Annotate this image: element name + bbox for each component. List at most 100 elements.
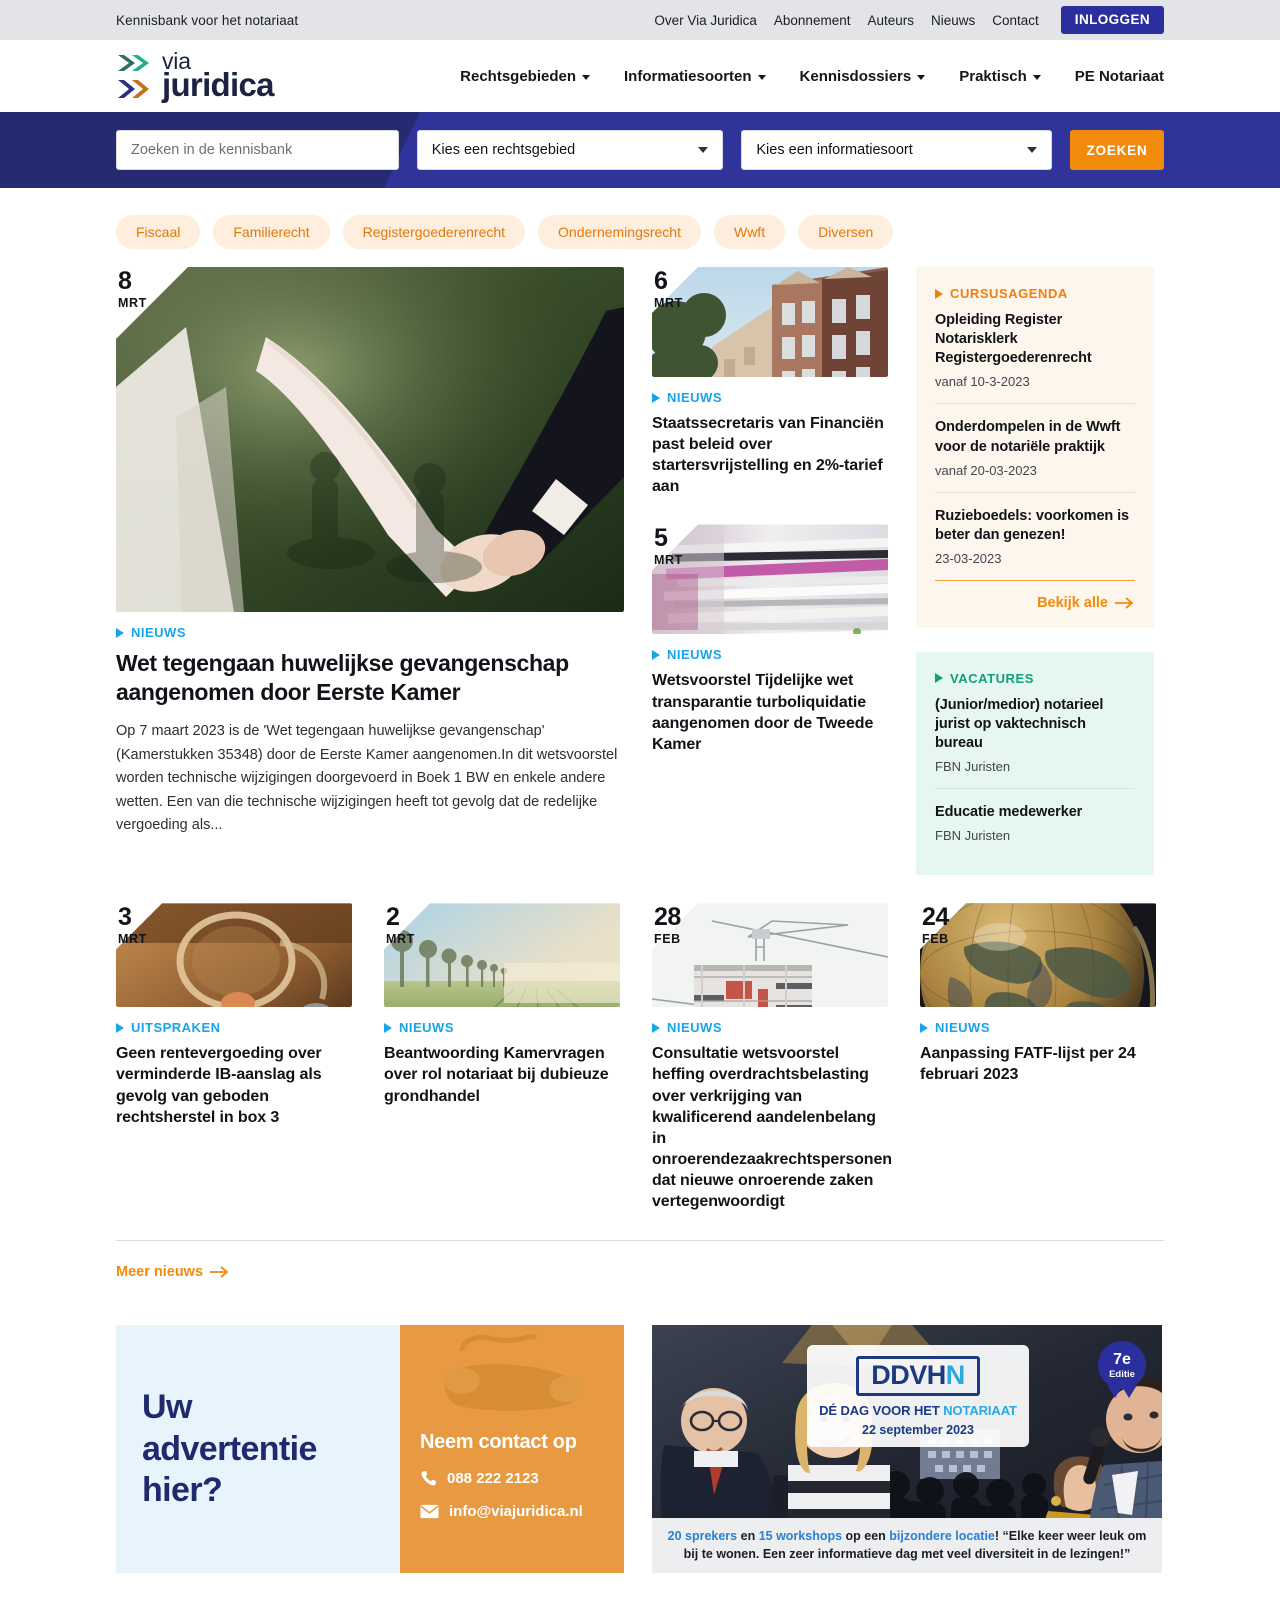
bottom-article-1-media[interactable]: 3 MRT: [116, 903, 352, 1007]
nav-item-kennisdossiers[interactable]: Kennisdossiers: [800, 68, 926, 85]
phone-icon: [421, 1470, 436, 1486]
hero-title[interactable]: Wet tegengaan huwelijkse gevangenschap a…: [116, 649, 624, 707]
topic-tag-diversen[interactable]: Diversen: [798, 215, 894, 249]
ddvhn-subtitle-main: DÉ DAG VOOR HET: [819, 1402, 944, 1418]
vacatures-heading: VACATURES: [935, 671, 1135, 686]
informatiesoort-select[interactable]: Kies een informatiesoort: [741, 130, 1052, 170]
cursusagenda-heading: CURSUSAGENDA: [935, 286, 1135, 301]
utility-link-over-via-juridica[interactable]: Over Via Juridica: [654, 13, 757, 28]
play-triangle-icon: [116, 1022, 124, 1033]
house-ad-headline: Uw advertentie hier?: [142, 1388, 317, 1509]
cursusagenda-view-all-link[interactable]: Bekijk alle: [1037, 595, 1135, 611]
bottom-article-2-title[interactable]: Beantwoording Kamervragen over rol notar…: [384, 1043, 620, 1106]
bottom-article-1-title[interactable]: Geen rentevergoeding over verminderde IB…: [116, 1043, 352, 1127]
mid-article-2-category: NIEUWS: [652, 647, 888, 662]
utility-link-contact[interactable]: Contact: [992, 13, 1039, 28]
house-ad-email-row[interactable]: info@viajuridica.nl: [420, 1503, 604, 1520]
hero-category: NIEUWS: [116, 625, 624, 640]
mid-article-1-title[interactable]: Staatssecretaris van Financiën past bele…: [652, 413, 888, 497]
bottom-article-3-title[interactable]: Consultatie wetsvoorstel heffing overdra…: [652, 1043, 892, 1212]
bottom-article-3-date-day: 28: [654, 903, 681, 932]
cursusagenda-item[interactable]: Onderdompelen in de Wwft voor de notarië…: [935, 403, 1135, 491]
mid-article-card-2[interactable]: 5 MRT NIEUWS Wetsvoorstel Tijdelijke wet…: [652, 524, 888, 754]
nav-label-informatiesoorten: Informatiesoorten: [624, 67, 752, 85]
mid-article-2-title[interactable]: Wetsvoorstel Tijdelijke wet transparanti…: [652, 670, 888, 754]
ddvhn-caption-part-4: op een: [842, 1529, 890, 1543]
cursusagenda-panel: CURSUSAGENDA Opleiding Register Notarisk…: [916, 267, 1154, 628]
cursusagenda-item-title: Ruzieboedels: voorkomen is beter dan gen…: [935, 507, 1129, 543]
cursusagenda-item-title: Onderdompelen in de Wwft voor de notarië…: [935, 419, 1121, 455]
house-ad-banner[interactable]: Uw advertentie hier? Neem contact op 088…: [116, 1325, 624, 1574]
ddvhn-logo-n: N: [945, 1360, 966, 1391]
rechtsgebied-select[interactable]: Kies een rechtsgebied: [416, 130, 724, 170]
bottom-article-3-category: NIEUWS: [652, 1020, 888, 1035]
play-triangle-icon: [652, 1022, 660, 1033]
mid-article-2-date-day: 5: [654, 524, 668, 553]
utility-link-nieuws[interactable]: Nieuws: [931, 13, 975, 28]
mid-article-1-media[interactable]: 6 MRT: [652, 267, 888, 377]
bottom-article-4-category: NIEUWS: [920, 1020, 1156, 1035]
bottom-article-card-4[interactable]: 24 FEB NIEUWS Aanpassing FATF-lijst per …: [920, 903, 1156, 1085]
more-news-label: Meer nieuws: [116, 1264, 204, 1281]
nav-item-rechtsgebieden[interactable]: Rechtsgebieden: [460, 68, 591, 85]
bottom-article-3-media[interactable]: 28 FEB: [652, 903, 888, 1007]
search-submit-button[interactable]: ZOEKEN: [1070, 130, 1164, 170]
hero-article-card[interactable]: 8 MRT NIEUWS Wet tegengaan huwelijkse ge…: [116, 267, 624, 838]
cursusagenda-footer: Bekijk alle: [935, 579, 1135, 628]
ddvhn-ad-banner[interactable]: DDVHN DÉ DAG VOOR HET NOTARIAAT 22 septe…: [652, 1325, 1162, 1574]
chevron-down-icon: [757, 74, 766, 80]
mid-article-2-image: [652, 524, 888, 634]
nav-item-pe-notariaat[interactable]: PE Notariaat: [1075, 68, 1164, 85]
cursusagenda-item[interactable]: Opleiding Register Notarisklerk Register…: [935, 311, 1135, 403]
login-button[interactable]: INLOGGEN: [1060, 6, 1164, 34]
vacature-item[interactable]: Educatie medewerker FBN Juristen: [935, 788, 1135, 857]
mid-column: 6 MRT NIEUWS Staatssecretaris van Financ…: [652, 267, 888, 755]
bottom-article-4-title[interactable]: Aanpassing FATF-lijst per 24 februari 20…: [920, 1043, 1156, 1085]
sidebar: CURSUSAGENDA Opleiding Register Notarisk…: [916, 267, 1154, 876]
bottom-article-4-media[interactable]: 24 FEB: [920, 903, 1156, 1007]
vacature-item[interactable]: (Junior/medior) notarieel jurist op vakt…: [935, 696, 1135, 788]
telephone-handset-icon: [444, 1334, 583, 1412]
mid-article-card-1[interactable]: 6 MRT NIEUWS Staatssecretaris van Financ…: [652, 267, 888, 497]
topic-tag-registergoederenrecht[interactable]: Registergoederenrecht: [342, 215, 526, 249]
nav-item-praktisch[interactable]: Praktisch: [959, 68, 1041, 85]
utility-links: Over Via Juridica Abonnement Auteurs Nie…: [654, 6, 1164, 34]
utility-link-auteurs[interactable]: Auteurs: [867, 13, 914, 28]
bottom-article-2-media[interactable]: 2 MRT: [384, 903, 620, 1007]
more-news-link[interactable]: Meer nieuws: [116, 1264, 230, 1280]
cursusagenda-item-date: 23-03-2023: [935, 550, 1002, 566]
arrow-right-icon: [210, 1266, 229, 1278]
chevron-down-icon: [917, 74, 926, 80]
advertisement-row: Uw advertentie hier? Neem contact op 088…: [116, 1325, 1164, 1619]
house-ad-email: info@viajuridica.nl: [449, 1502, 583, 1520]
logo-text-juridica: juridica: [162, 66, 274, 104]
search-input[interactable]: [116, 130, 399, 170]
bottom-article-card-3[interactable]: 28 FEB NIEUWS Consultatie wetsvoorstel h…: [652, 903, 892, 1212]
more-news-section: Meer nieuws: [116, 1240, 1164, 1303]
bottom-article-3-image: [652, 903, 888, 1007]
bottom-article-card-1[interactable]: 3 MRT UITSPRAKEN Geen rentevergoeding ov…: [116, 903, 352, 1127]
topic-tag-fiscaal[interactable]: Fiscaal: [116, 215, 201, 249]
house-ad-phone-row[interactable]: 088 222 2123: [420, 1470, 604, 1487]
play-triangle-icon: [935, 288, 943, 299]
nav-label-kennisdossiers: Kennisdossiers: [799, 67, 912, 85]
bottom-article-1-date-badge: 3 MRT: [116, 903, 147, 946]
informatiesoort-select-value: Kies een informatiesoort: [756, 142, 913, 158]
house-ad-headline-panel: Uw advertentie hier?: [116, 1325, 400, 1574]
bottom-article-1-date-day: 3: [118, 903, 132, 932]
bottom-article-card-2[interactable]: 2 MRT NIEUWS Beantwoording Kamervragen o…: [384, 903, 620, 1106]
topic-tag-familierecht[interactable]: Familierecht: [213, 215, 330, 249]
site-logo[interactable]: via juridica: [116, 50, 274, 104]
topic-tag-wwft[interactable]: Wwft: [713, 215, 786, 249]
nav-item-informatiesoorten[interactable]: Informatiesoorten: [624, 68, 766, 85]
cursusagenda-item[interactable]: Ruzieboedels: voorkomen is beter dan gen…: [935, 491, 1135, 580]
cursusagenda-view-all-label: Bekijk alle: [1037, 594, 1108, 611]
mid-article-2-media[interactable]: 5 MRT: [652, 524, 888, 634]
hero-category-label: NIEUWS: [131, 625, 186, 640]
bottom-article-2-date-badge: 2 MRT: [384, 903, 415, 946]
house-ad-contact-heading: Neem contact op: [420, 1430, 577, 1453]
ddvhn-caption-part-5: bijzondere locatie: [889, 1529, 995, 1543]
topic-tag-ondernemingsrecht[interactable]: Ondernemingsrecht: [538, 215, 701, 249]
utility-link-abonnement[interactable]: Abonnement: [774, 13, 851, 28]
hero-media[interactable]: 8 MRT: [116, 267, 624, 612]
